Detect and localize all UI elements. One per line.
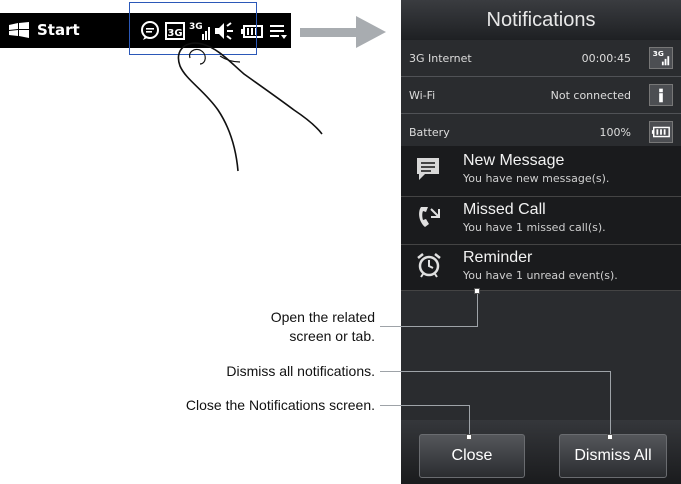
message-icon <box>417 158 439 180</box>
close-button[interactable]: Close <box>419 434 525 478</box>
notification-item-reminder[interactable]: Reminder You have 1 unread event(s). <box>401 245 681 293</box>
notification-subtitle: You have 1 unread event(s). <box>463 269 618 282</box>
callout-line <box>380 371 611 372</box>
status-value: 100% <box>599 126 631 139</box>
callout-dot <box>474 288 480 294</box>
notification-subtitle: You have new message(s). <box>463 172 610 185</box>
callout-close: Close the Notifications screen. <box>185 397 375 413</box>
notification-item-message[interactable]: New Message You have new message(s). <box>401 148 681 196</box>
status-name: Battery <box>409 126 450 139</box>
callout-text: screen or tab. <box>289 328 375 344</box>
notifications-title: Notifications <box>401 0 681 40</box>
notification-title: Reminder <box>463 249 533 266</box>
start-label[interactable]: Start <box>37 21 80 39</box>
callout-line <box>380 405 470 406</box>
callout-line <box>380 326 477 327</box>
arrow-right-icon <box>300 16 386 48</box>
notification-title: New Message <box>463 152 565 169</box>
status-name: Wi-Fi <box>409 89 436 102</box>
callout-line <box>469 405 470 437</box>
notifications-screen: Notifications 3G Internet 00:00:45 3G Wi… <box>401 0 681 484</box>
callout-open-related: Open the related screen or tab. <box>271 308 375 346</box>
alarm-clock-icon <box>417 253 441 278</box>
battery-icon <box>649 121 673 143</box>
status-row-3g[interactable]: 3G Internet 00:00:45 3G <box>401 40 681 77</box>
callout-dismiss: Dismiss all notifications. <box>226 363 375 379</box>
status-value: Not connected <box>550 89 631 102</box>
notification-list: New Message You have new message(s). Mis… <box>401 146 681 291</box>
tapping-hand-icon <box>177 42 323 172</box>
callout-line <box>477 291 478 327</box>
wifi-icon <box>649 84 673 106</box>
3g-signal-icon: 3G <box>649 47 673 69</box>
dismiss-all-button[interactable]: Dismiss All <box>559 434 667 478</box>
notification-subtitle: You have 1 missed call(s). <box>463 221 606 234</box>
divider <box>401 290 681 291</box>
bottom-button-bar: Close Dismiss All <box>401 420 681 484</box>
status-value: 00:00:45 <box>581 52 631 65</box>
windows-logo-icon[interactable] <box>8 22 30 38</box>
callout-dot <box>466 434 472 440</box>
callout-line <box>610 371 611 437</box>
svg-text:3G: 3G <box>653 49 664 58</box>
callout-text: Open the related <box>270 309 375 325</box>
status-name: 3G Internet <box>409 52 472 65</box>
notification-item-missed-call[interactable]: Missed Call You have 1 missed call(s). <box>401 197 681 245</box>
status-row-wifi[interactable]: Wi-Fi Not connected <box>401 77 681 114</box>
missed-call-icon <box>419 207 440 227</box>
callout-dot <box>607 434 613 440</box>
notification-title: Missed Call <box>463 201 546 218</box>
